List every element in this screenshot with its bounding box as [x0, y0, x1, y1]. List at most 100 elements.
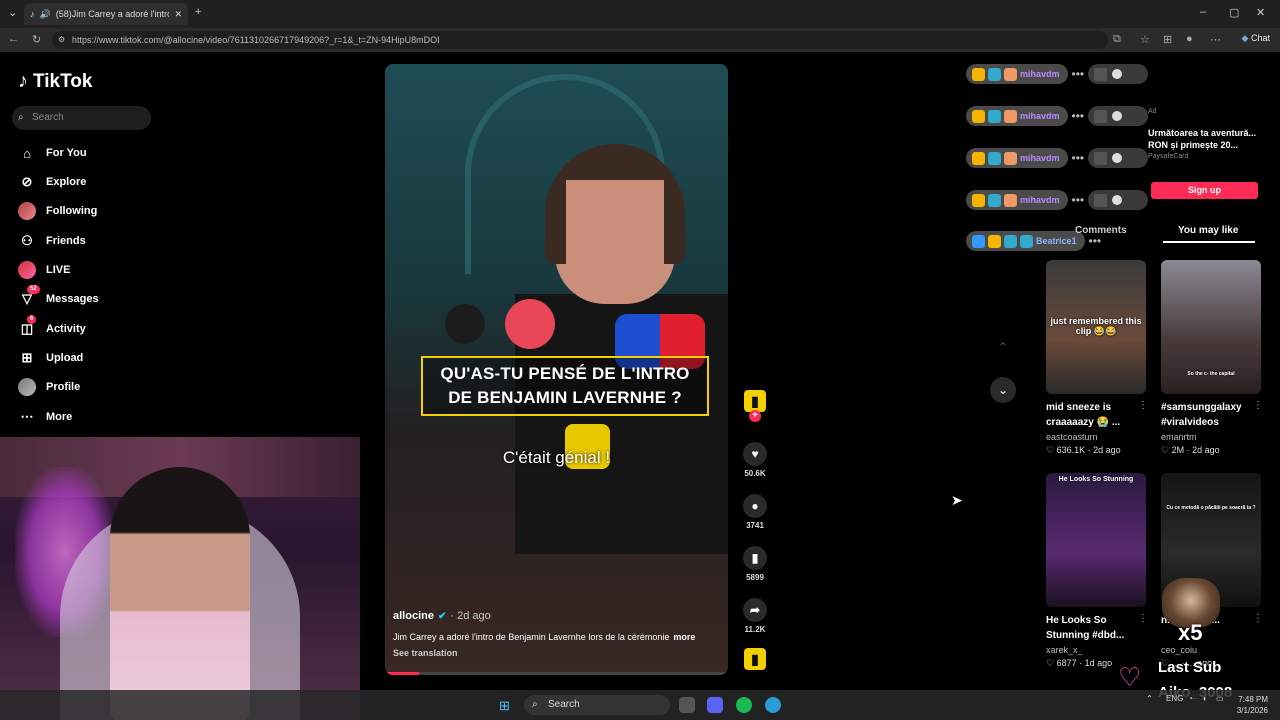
thumbnail-caption: just remembered this clip 😂😂: [1050, 316, 1142, 336]
search-input[interactable]: ⌕ Search: [12, 106, 151, 130]
sidebar-item-more[interactable]: ⋯ More: [18, 406, 73, 428]
sidebar-item-for-you[interactable]: ⌂ For You: [18, 142, 86, 164]
windows-start-icon[interactable]: ⊞: [499, 698, 510, 714]
last-sub-label: Last Sub: [1158, 659, 1222, 676]
see-translation-link[interactable]: See translation: [393, 648, 723, 658]
edge-icon[interactable]: [765, 697, 781, 713]
badge-emote-icon: [1004, 234, 1017, 248]
more-icon: •••: [1071, 193, 1085, 207]
card-more-icon[interactable]: ⋮: [1253, 613, 1263, 624]
logo-text: TikTok: [33, 70, 93, 92]
tray-chevron-icon[interactable]: ⌃: [1146, 694, 1153, 703]
search-icon: ⌕: [532, 699, 538, 710]
like-button[interactable]: ♥ 50.6K: [738, 442, 772, 478]
video-author[interactable]: allocine: [393, 610, 434, 622]
follow-plus-icon[interactable]: +: [749, 410, 761, 422]
card-more-icon[interactable]: ⋮: [1138, 400, 1148, 411]
moon-icon: [1112, 195, 1123, 205]
profile-icon[interactable]: ●: [1186, 33, 1193, 45]
spotify-icon[interactable]: [736, 697, 752, 713]
battery-icon[interactable]: ▭: [1216, 694, 1224, 703]
chat-message: mihavdm •••: [966, 190, 1149, 210]
next-video-button[interactable]: ⌄: [990, 377, 1016, 403]
clock-time: 7:48 PM: [1238, 695, 1268, 704]
sidebar-item-friends[interactable]: ⚇ Friends: [18, 230, 86, 252]
card-author[interactable]: xarek_x_: [1046, 645, 1146, 655]
sidebar-item-following[interactable]: Following: [18, 200, 97, 222]
language-indicator[interactable]: ENG: [1166, 694, 1183, 703]
more-icon: •••: [1071, 151, 1085, 165]
video-thumbnail[interactable]: He Looks So Stunning: [1046, 473, 1146, 607]
back-icon[interactable]: ←: [8, 33, 19, 45]
sidebar-item-messages[interactable]: ▽ 52 Messages: [18, 285, 99, 310]
tab-list-icon[interactable]: ⌄: [8, 6, 17, 19]
sidebar-item-activity[interactable]: ◫ 6 Activity: [18, 315, 86, 340]
tab-comments[interactable]: Comments: [1075, 225, 1127, 236]
browser-tab[interactable]: ♪ 🔊 (58)Jim Carrey a adoré l'intro ✕: [24, 3, 188, 25]
save-button[interactable]: ▮ 5899: [738, 546, 772, 582]
tab-you-may-like[interactable]: You may like: [1178, 225, 1238, 236]
taskbar-search[interactable]: ⌕ Search: [524, 695, 670, 715]
comment-button[interactable]: ● 3741: [738, 494, 772, 530]
discord-icon[interactable]: [707, 697, 723, 713]
signup-button[interactable]: Sign up: [1151, 182, 1258, 199]
speaker-icon[interactable]: 🔊: [40, 9, 51, 20]
video-thumbnail[interactable]: just remembered this clip 😂😂: [1046, 260, 1146, 394]
card-author[interactable]: ceo_coiu: [1161, 645, 1261, 655]
messages-badge: 52: [27, 285, 40, 294]
taskbar-search-label: Search: [548, 699, 580, 710]
tiktok-logo[interactable]: ♪ TikTok: [18, 70, 92, 93]
more-button[interactable]: more: [673, 632, 695, 642]
thumbnail-caption: Cu ce metodă o păcălii pe soacră ta ?: [1166, 505, 1256, 511]
system-clock[interactable]: 7:48 PM 3/1/2026: [1237, 694, 1268, 716]
collections-icon[interactable]: ⊞: [1163, 33, 1172, 46]
windows-taskbar: ⊞ ⌕ Search ⌃ ENG ◔ ◖ ▭ 7:48 PM 3/1/2026: [0, 690, 1280, 720]
sound-avatar-button[interactable]: ▮: [738, 648, 772, 670]
wifi-icon[interactable]: ◔: [1188, 694, 1193, 703]
video-progress-fill: [385, 672, 420, 675]
extensions-icon[interactable]: ⧉: [1113, 33, 1121, 46]
video-player[interactable]: QU'AS-TU PENSÉ DE L'INTRO DE BENJAMIN LA…: [385, 64, 728, 675]
refresh-icon[interactable]: ↻: [32, 33, 41, 46]
chat-message: mihavdm •••: [966, 64, 1149, 84]
emote-icon: [1094, 67, 1108, 81]
card-author[interactable]: emanrtm: [1161, 432, 1261, 442]
badge-emote-icon: [988, 109, 1001, 123]
sponsored-ad[interactable]: Ad Următoarea ta aventură... RON și prim…: [1148, 108, 1260, 160]
sidebar-item-profile[interactable]: Profile: [18, 376, 80, 398]
sidebar-item-label: More: [46, 411, 73, 423]
video-progress-bar[interactable]: [385, 672, 728, 675]
author-avatar-button[interactable]: ▮ +: [738, 390, 772, 422]
recommended-video-card[interactable]: So the c- the capital #samsunggalaxy #vi…: [1161, 260, 1263, 456]
maximize-button[interactable]: ▢: [1229, 6, 1239, 19]
file-explorer-icon[interactable]: [679, 697, 695, 713]
video-caption-box: QU'AS-TU PENSÉ DE L'INTRO DE BENJAMIN LA…: [421, 356, 709, 416]
comment-count: 3741: [746, 521, 764, 530]
previous-video-button[interactable]: ⌃: [990, 334, 1016, 360]
video-caption-line: QU'AS-TU PENSÉ DE L'INTRO: [440, 364, 690, 383]
recommended-video-card[interactable]: just remembered this clip 😂😂 mid sneeze …: [1046, 260, 1148, 456]
more-icon: •••: [1071, 109, 1085, 123]
card-more-icon[interactable]: ⋮: [1138, 613, 1148, 624]
recommended-video-card[interactable]: He Looks So Stunning He Looks So Stunnin…: [1046, 473, 1148, 669]
share-button[interactable]: ➦ 11.2K: [738, 598, 772, 634]
minimize-button[interactable]: –: [1200, 6, 1206, 18]
favorites-icon[interactable]: ☆: [1140, 33, 1150, 46]
site-info-icon[interactable]: ⚙: [58, 31, 65, 49]
sidebar-item-upload[interactable]: ⊞ Upload: [18, 347, 84, 369]
copilot-chat-button[interactable]: ◆ Chat: [1242, 33, 1270, 44]
close-tab-icon[interactable]: ✕: [174, 9, 182, 20]
url-field[interactable]: ⚙ https://www.tiktok.com/@allocine/video…: [52, 31, 1108, 49]
sidebar-item-explore[interactable]: ⊘ Explore: [18, 171, 87, 193]
card-more-icon[interactable]: ⋮: [1253, 400, 1263, 411]
activity-badge: 6: [27, 315, 37, 324]
video-thumbnail[interactable]: So the c- the capital: [1161, 260, 1261, 394]
ad-sponsor: PaysafeCard: [1148, 153, 1189, 160]
volume-icon[interactable]: ◖: [1202, 694, 1207, 703]
sidebar-item-live[interactable]: LIVE: [18, 259, 70, 281]
new-tab-button[interactable]: +: [195, 6, 201, 18]
recommended-video-card[interactable]: Cu ce metodă o păcălii pe soacră ta ? n.…: [1161, 473, 1263, 669]
menu-icon[interactable]: ⋯: [1210, 33, 1221, 46]
card-author[interactable]: eastcoasturn: [1046, 432, 1146, 442]
close-window-button[interactable]: ✕: [1256, 6, 1265, 19]
